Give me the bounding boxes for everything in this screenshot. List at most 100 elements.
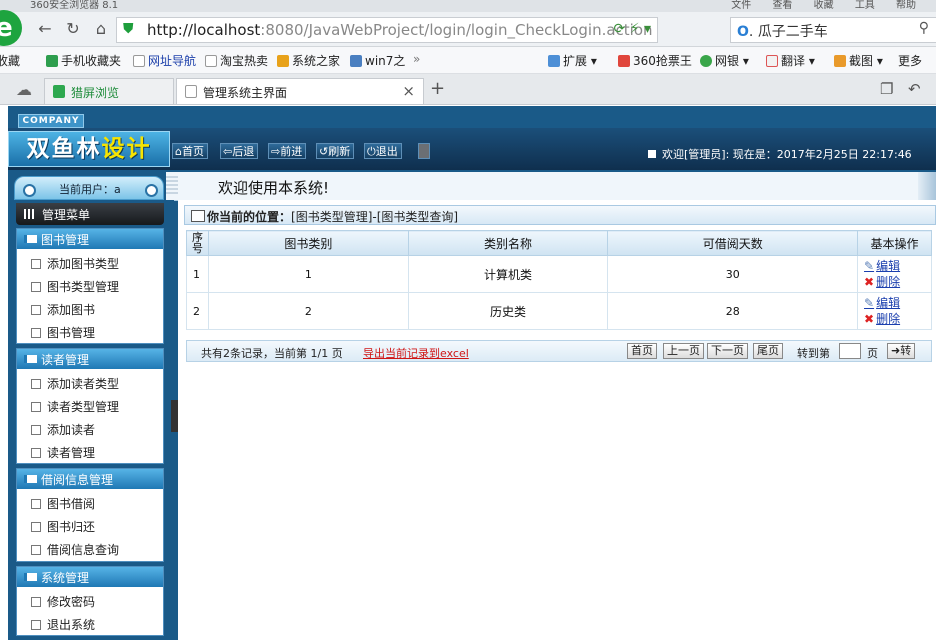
next-page-button[interactable]: 下一页 (707, 343, 748, 359)
refresh-icon[interactable]: ↻ (62, 18, 84, 40)
group-header-borrow[interactable]: 借阅信息管理 (17, 469, 163, 489)
menu-item-return-book[interactable]: 图书归还 (17, 514, 163, 537)
group-header-readers[interactable]: 读者管理 (17, 349, 163, 369)
tab-main[interactable]: 管理系统主界面 × (176, 78, 424, 104)
page-tools-icon[interactable]: ⟳ ⚡ ▾ (614, 21, 652, 37)
menu-item-logout[interactable]: 退出系统 (17, 612, 163, 635)
menu-item-borrow-book[interactable]: 图书借阅 (17, 491, 163, 514)
bookmark-win7[interactable]: win7之 (350, 52, 405, 69)
home-icon: ⌂ (175, 145, 182, 158)
doc-icon (31, 448, 41, 458)
nav-refresh-button[interactable]: ↺刷新 (316, 143, 355, 159)
col-category: 图书类别 (207, 230, 409, 256)
cloud-icon[interactable]: ☁ (16, 80, 32, 99)
home-icon[interactable]: ⌂ (90, 18, 112, 40)
folder-icon (24, 475, 37, 483)
current-datetime: 现在是：2017年2月25日 22:17:46 (732, 148, 912, 161)
cell-category: 1 (207, 255, 409, 293)
delete-link[interactable]: ✖ 删除 (864, 311, 931, 327)
menu-item-borrow-query[interactable]: 借阅信息查询 (17, 537, 163, 560)
menu-item-book-manage[interactable]: 图书管理 (17, 320, 163, 343)
ext-more[interactable]: 更多 (898, 52, 922, 69)
nav-home-button[interactable]: ⌂首页 (172, 143, 208, 159)
back-arrow-icon: ⇦ (223, 145, 233, 158)
page-number-input[interactable] (839, 343, 861, 359)
ext-expand[interactable]: 扩展 ▾ (548, 52, 597, 69)
bookmarks-more[interactable]: » (413, 52, 420, 66)
breadcrumb: 你当前的位置：[图书类型管理]-[图书类型查询] (184, 205, 936, 225)
bookmark-taobao[interactable]: 淘宝热卖 (205, 52, 268, 69)
square-icon (648, 150, 656, 158)
menu-favorites[interactable]: 收藏 (814, 0, 834, 11)
cell-operations: ✎ 编辑 ✖ 删除 (857, 292, 932, 330)
close-tab-icon[interactable]: × (402, 82, 415, 100)
menu-item-change-password[interactable]: 修改密码 (17, 589, 163, 612)
delete-link[interactable]: ✖ 删除 (864, 274, 931, 290)
menu-tools[interactable]: 工具 (855, 0, 875, 11)
site-logo: 双鱼林设计 (8, 131, 170, 167)
ext-ticket[interactable]: 360抢票王 (618, 52, 692, 69)
ext-bank[interactable]: 网银 ▾ (700, 52, 749, 69)
menu-view[interactable]: 查看 (772, 0, 792, 11)
pencil-icon: ✎ (864, 296, 875, 310)
doc-icon (31, 620, 41, 630)
menu-item-add-reader[interactable]: 添加读者 (17, 417, 163, 440)
export-excel-link[interactable]: 导出当前记录到excel (363, 345, 469, 361)
group-header-system[interactable]: 系统管理 (17, 567, 163, 587)
pagination-bar: 共有2条记录，当前第 1/1 页 导出当前记录到excel 首页 上一页 下一页… (186, 340, 932, 362)
edit-link[interactable]: ✎ 编辑 (864, 258, 931, 274)
col-name: 类别名称 (407, 230, 609, 256)
nav-forward-button[interactable]: ⇨前进 (268, 143, 307, 159)
delete-x-icon: ✖ (864, 312, 875, 326)
bookmark-mobile[interactable]: 手机收藏夹 (46, 52, 121, 69)
cell-name: 计算机类 (407, 255, 609, 293)
edit-link[interactable]: ✎ 编辑 (864, 295, 931, 311)
first-page-button[interactable]: 首页 (627, 343, 657, 359)
browser-titlebar: 360安全浏览器 8.1 文件 查看 收藏 工具 帮助 (0, 0, 936, 12)
grip-handle[interactable] (166, 176, 178, 194)
back-arrow-icon[interactable]: ← (34, 18, 56, 40)
nav-back-button[interactable]: ⇦后退 (220, 143, 259, 159)
menu-item-reader-type-manage[interactable]: 读者类型管理 (17, 394, 163, 417)
search-icon[interactable]: ⚲ (919, 20, 929, 36)
menu-item-add-reader-type[interactable]: 添加读者类型 (17, 371, 163, 394)
cell-seq: 2 (186, 292, 209, 330)
restore-icon[interactable]: ❐ (880, 80, 893, 98)
go-button[interactable]: ➜转 (887, 343, 916, 359)
cell-name: 历史类 (407, 292, 609, 330)
menu-item-add-book[interactable]: 添加图书 (17, 297, 163, 320)
menu-file[interactable]: 文件 (731, 0, 751, 11)
ext-translate[interactable]: 翻译 ▾ (766, 52, 815, 69)
bookmark-favorites[interactable]: 收藏 (0, 52, 20, 69)
group-header-books[interactable]: 图书管理 (17, 229, 163, 249)
undo-icon[interactable]: ↶ (908, 80, 921, 98)
bookmark-nav[interactable]: 网址导航 (133, 52, 196, 69)
menu-item-book-type-manage[interactable]: 图书类型管理 (17, 274, 163, 297)
sidebar-toggle[interactable] (171, 400, 178, 432)
doc-icon (31, 522, 41, 532)
address-bar: e ← ↻ ⌂ ⛊ http://localhost:8080/JavaWebP… (0, 10, 936, 47)
tab-lieping[interactable]: 猎屏浏览 (44, 78, 174, 104)
doc-icon (31, 305, 41, 315)
search-input[interactable]: O. 瓜子二手车 ⚲ (730, 17, 936, 43)
power-icon: ⏻ (367, 145, 376, 158)
pencil-icon: ✎ (864, 259, 875, 273)
prev-page-button[interactable]: 上一页 (663, 343, 704, 359)
menu-help[interactable]: 帮助 (896, 0, 916, 11)
current-user-bar: 当前用户：a (14, 176, 164, 200)
arrow-right-icon: ➜ (891, 344, 901, 357)
menu-item-reader-manage[interactable]: 读者管理 (17, 440, 163, 463)
nav-logout-button[interactable]: ⏻退出 (364, 143, 402, 159)
last-page-button[interactable]: 尾页 (753, 343, 783, 359)
menu-item-add-book-type[interactable]: 添加图书类型 (17, 251, 163, 274)
bookmark-xitong[interactable]: 系统之家 (277, 52, 340, 69)
url-input[interactable]: ⛊ http://localhost:8080/JavaWebProject/l… (116, 17, 658, 43)
welcome-bar: 欢迎使用本系统! (166, 172, 936, 201)
page-unit: 页 (867, 347, 878, 360)
new-tab-icon[interactable]: + (430, 78, 445, 99)
bird-icon (350, 55, 362, 67)
ext-screenshot[interactable]: 截图 ▾ (834, 52, 883, 69)
yuan-icon (700, 55, 712, 67)
browser-logo-icon: e (0, 10, 22, 46)
doc-icon (31, 499, 41, 509)
